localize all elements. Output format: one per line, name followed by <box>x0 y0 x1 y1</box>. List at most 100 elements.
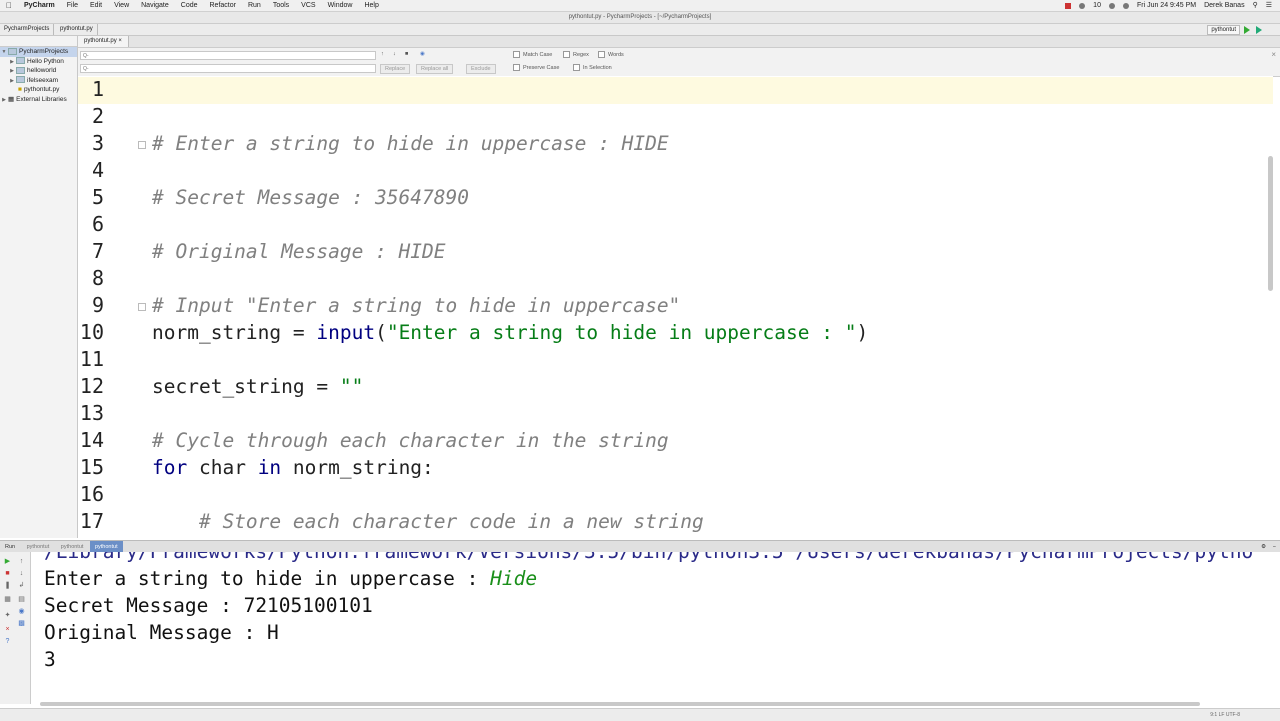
search-icon[interactable]: ⚲ <box>1253 0 1258 11</box>
code-token: "" <box>339 375 364 398</box>
menu-tools[interactable]: Tools <box>267 0 295 11</box>
restore-layout-icon[interactable]: ▦ <box>4 596 11 603</box>
in-selection-checkbox[interactable]: In Selection <box>573 64 612 73</box>
horizontal-scrollbar[interactable] <box>40 702 1200 706</box>
replace-all-button[interactable]: Replace all <box>416 64 454 74</box>
user-name[interactable]: Derek Banas <box>1204 0 1244 11</box>
stop-icon[interactable]: ■ <box>4 570 11 577</box>
run-toolbar: ▶ ↑ ■ ↓ ❚ ↲ ▦ ▤ ✦ ◉ ▩ × ? <box>0 552 31 704</box>
replace-input[interactable] <box>80 64 376 73</box>
menu-refactor[interactable]: Refactor <box>204 0 242 11</box>
pin-icon[interactable]: ✦ <box>4 612 11 619</box>
menu-file[interactable]: File <box>61 0 84 11</box>
code-editor[interactable]: 1 2 3 4 5 6 7 8 9 10 11 12 13 14 15 16 17 # Enter a stri… <box>78 76 1273 536</box>
run-config-select[interactable]: pythontut <box>1207 25 1240 35</box>
battery-level[interactable]: 10 <box>1093 0 1101 11</box>
up-icon[interactable]: ↑ <box>18 558 25 565</box>
clear-icon[interactable]: ▩ <box>18 620 25 627</box>
folder-icon <box>16 66 25 74</box>
pause-icon[interactable]: ❚ <box>4 582 11 589</box>
preserve-case-checkbox[interactable]: Preserve Case <box>513 64 559 73</box>
menu-run[interactable]: Run <box>242 0 267 11</box>
down-arrow-icon[interactable]: ↓ <box>393 51 396 57</box>
menu-window[interactable]: Window <box>322 0 359 11</box>
wifi-icon[interactable] <box>1108 2 1115 9</box>
line-number: 11 <box>79 347 104 371</box>
menu-code[interactable]: Code <box>175 0 204 11</box>
menu-vcs[interactable]: VCS <box>295 0 321 11</box>
replace-button[interactable]: Replace <box>380 64 411 74</box>
menu-help[interactable]: Help <box>358 0 384 11</box>
words-checkbox[interactable]: Words <box>598 51 624 60</box>
tree-item-label: ifelseexam <box>27 76 59 84</box>
console-prompt-line: Enter a string to hide in uppercase : Hi… <box>44 567 537 590</box>
tree-item-hello-python[interactable]: ▶ Hello Python <box>0 57 77 67</box>
down-icon[interactable]: ↓ <box>18 570 25 577</box>
tab-pythontut[interactable]: pythontut.py × <box>78 36 129 47</box>
status-icon[interactable] <box>1079 2 1086 9</box>
menu-app[interactable]: PyCharm <box>18 0 61 11</box>
run-icon[interactable] <box>1244 26 1250 34</box>
breadcrumb-project[interactable]: PycharmProjects <box>0 24 55 35</box>
collapse-icon[interactable]: ▶ <box>8 58 16 67</box>
up-arrow-icon[interactable]: ↑ <box>381 51 384 57</box>
list-icon[interactable]: ☰ <box>1266 0 1272 11</box>
code-token: # Secret Message : 35647890 <box>152 186 469 209</box>
vertical-scrollbar[interactable] <box>1268 156 1273 291</box>
menu-view[interactable]: View <box>108 0 135 11</box>
match-case-checkbox[interactable]: Match Case <box>513 51 552 60</box>
tree-item-pythontut[interactable]: ■ pythontut.py <box>0 85 77 95</box>
regex-checkbox[interactable]: Regex <box>563 51 589 60</box>
code-line[interactable]: # Cycle through each character in the st… <box>152 429 669 452</box>
collapse-icon[interactable]: ▶ <box>0 96 8 105</box>
clock[interactable]: Fri Jun 24 9:45 PM <box>1137 0 1196 11</box>
fold-marker-icon[interactable] <box>138 303 146 311</box>
tree-item-helloworld[interactable]: ▶ helloworld <box>0 66 77 76</box>
line-number: 4 <box>91 158 104 182</box>
console-output-line: Original Message : H <box>44 621 279 644</box>
code-line[interactable]: for char in norm_string: <box>152 456 434 479</box>
tree-item-root[interactable]: ▼ PycharmProjects <box>0 47 77 57</box>
code-token: norm_string: <box>281 456 434 479</box>
collapse-icon[interactable]: ▶ <box>8 67 16 76</box>
expand-icon[interactable]: ▼ <box>0 48 8 57</box>
tree-item-ifelseexam[interactable]: ▶ ifelseexam <box>0 76 77 86</box>
code-line[interactable]: # Store each character code in a new str… <box>152 510 704 533</box>
code-line[interactable]: secret_string = "" <box>152 375 363 398</box>
tree-item-external-libraries[interactable]: ▶ ▦ External Libraries <box>0 95 77 105</box>
volume-icon[interactable] <box>1122 2 1129 9</box>
menu-edit[interactable]: Edit <box>84 0 108 11</box>
find-replace-bar: ↑ ↓ ■ ◉ Replace Replace all Exclude Matc… <box>78 48 1280 77</box>
code-line[interactable]: # Enter a string to hide in uppercase : … <box>152 132 669 155</box>
find-all-icon[interactable]: ■ <box>405 51 408 57</box>
console-user-input: Hide <box>490 567 538 590</box>
filter-icon[interactable]: ◉ <box>420 51 425 57</box>
close-icon[interactable]: × <box>4 626 11 633</box>
console-output-line: Secret Message : 72105100101 <box>44 594 373 617</box>
run-console[interactable]: ▶ ↑ ■ ↓ ❚ ↲ ▦ ▤ ✦ ◉ ▩ × ? /Library/Frame… <box>0 552 1280 704</box>
search-input[interactable] <box>80 51 376 60</box>
close-icon[interactable]: × <box>1271 50 1276 59</box>
close-icon[interactable]: × <box>118 38 122 44</box>
breadcrumb-file[interactable]: pythontut.py <box>56 24 98 35</box>
code-line[interactable]: # Original Message : HIDE <box>152 240 446 263</box>
rerun-icon[interactable]: ▶ <box>4 558 11 565</box>
status-bar: 9:1 LF UTF-8 <box>0 708 1280 721</box>
line-number: 3 <box>91 131 104 155</box>
code-line[interactable]: # Secret Message : 35647890 <box>152 186 469 209</box>
wrap-icon[interactable]: ↲ <box>18 582 25 589</box>
line-number: 13 <box>79 401 104 425</box>
exclude-button[interactable]: Exclude <box>466 64 496 74</box>
debug-icon[interactable] <box>1256 26 1262 34</box>
scroll-end-icon[interactable]: ▤ <box>18 596 25 603</box>
fold-marker-icon[interactable] <box>138 141 146 149</box>
record-icon[interactable] <box>1065 2 1072 9</box>
collapse-icon[interactable]: ▶ <box>8 77 16 86</box>
help-icon[interactable]: ? <box>4 638 11 645</box>
print-icon[interactable]: ◉ <box>18 608 25 615</box>
apple-icon[interactable]:  <box>0 0 18 11</box>
code-line[interactable]: norm_string = input("Enter a string to h… <box>152 321 868 344</box>
match-case-label: Match Case <box>523 52 553 58</box>
code-line[interactable]: # Input "Enter a string to hide in upper… <box>152 294 680 317</box>
menu-navigate[interactable]: Navigate <box>135 0 175 11</box>
